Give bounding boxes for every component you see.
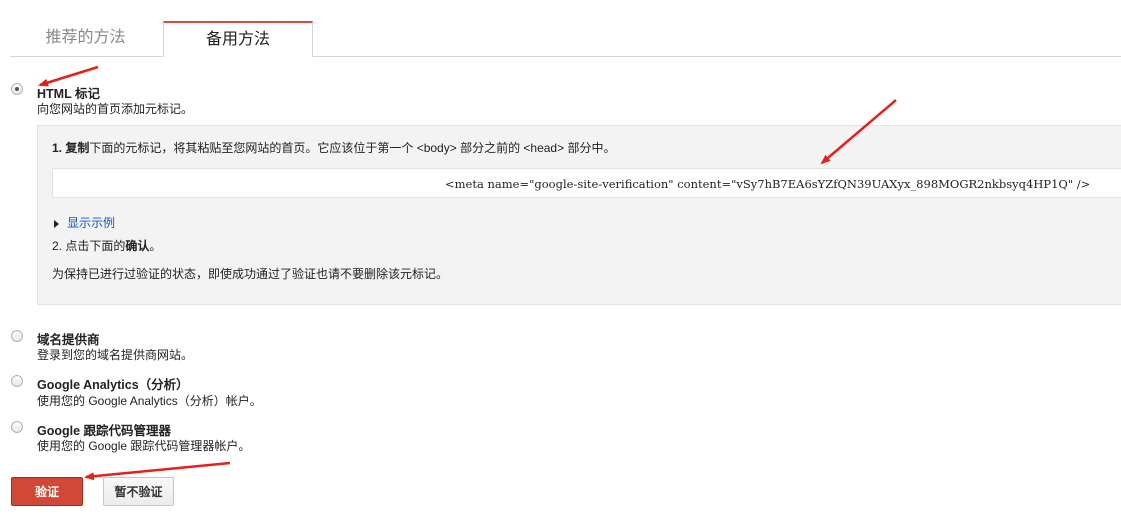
tag-manager-description: 使用您的 Google 跟踪代码管理器帐户。 xyxy=(37,439,251,453)
html-tag-radio[interactable] xyxy=(11,83,23,95)
tab-recommended-method[interactable]: 推荐的方法 xyxy=(10,21,161,56)
html-tag-instructions-panel: 1. 复制下面的元标记，将其粘贴至您网站的首页。它应该位于第一个 <body> … xyxy=(37,125,1121,305)
meta-tag-code-box[interactable]: <meta name="google-site-verification" co… xyxy=(52,168,1121,198)
html-tag-description: 向您网站的首页添加元标记。 xyxy=(37,102,194,116)
annotation-arrow-verify xyxy=(84,461,231,481)
step1-instruction: 1. 复制下面的元标记，将其粘贴至您网站的首页。它应该位于第一个 <body> … xyxy=(52,141,616,155)
google-analytics-radio[interactable] xyxy=(11,375,23,387)
skip-verification-button[interactable]: 暂不验证 xyxy=(103,477,174,506)
tag-manager-radio[interactable] xyxy=(11,421,23,433)
meta-tag-code[interactable]: <meta name="google-site-verification" co… xyxy=(445,177,1090,191)
expand-triangle-icon xyxy=(54,219,59,228)
domain-provider-description: 登录到您的域名提供商网站。 xyxy=(37,348,194,362)
google-analytics-title: Google Analytics（分析） xyxy=(37,378,189,392)
method-tabs: 推荐的方法 备用方法 xyxy=(10,21,1121,57)
verify-button[interactable]: 验证 xyxy=(11,477,83,506)
show-example-toggle[interactable]: 显示示例 xyxy=(54,214,115,231)
step2-instruction: 2. 点击下面的确认。 xyxy=(52,239,162,253)
google-analytics-description: 使用您的 Google Analytics（分析）帐户。 xyxy=(37,394,262,408)
domain-provider-radio[interactable] xyxy=(11,330,23,342)
show-example-link[interactable]: 显示示例 xyxy=(67,216,115,230)
keep-tag-note: 为保持已进行过验证的状态，即使成功通过了验证也请不要删除该元标记。 xyxy=(52,267,449,281)
tab-alternate-methods[interactable]: 备用方法 xyxy=(163,21,313,57)
